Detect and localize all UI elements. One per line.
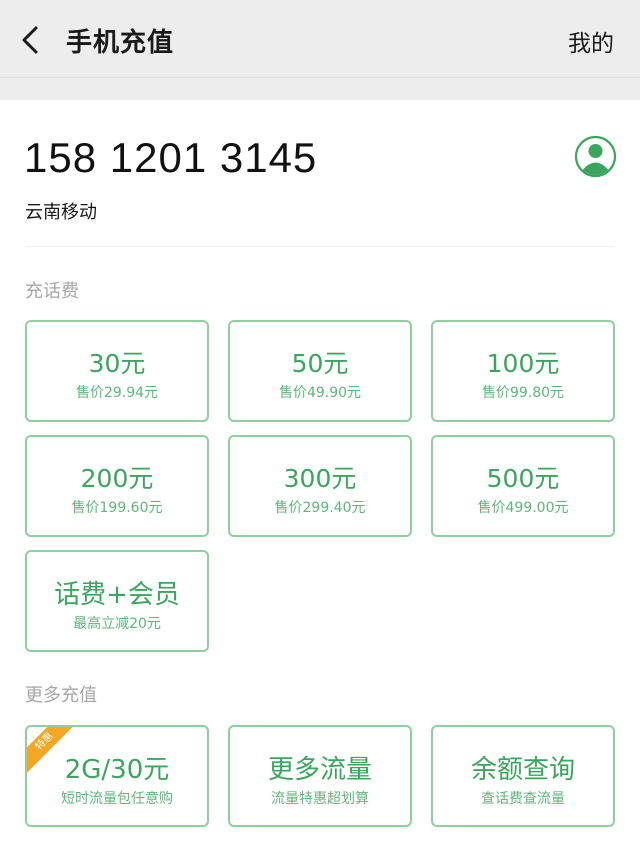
more-option-desc: 短时流量包任意购 <box>61 791 173 807</box>
recharge-option-500[interactable]: 500元 售价499.00元 <box>431 435 615 537</box>
more-option-desc: 流量特惠超划算 <box>271 791 369 807</box>
recharge-option-300[interactable]: 300元 售价299.40元 <box>228 435 412 537</box>
recharge-amount: 300元 <box>283 464 357 493</box>
my-link[interactable]: 我的 <box>568 24 614 58</box>
recharge-price: 售价199.60元 <box>71 500 163 516</box>
carrier-name: 云南移动 <box>25 202 97 223</box>
header-divider <box>0 77 640 78</box>
more-option-balance-query[interactable]: 余额查询 查话费查流量 <box>431 725 615 827</box>
back-button[interactable] <box>14 18 54 62</box>
top-bar: 手机充值 我的 <box>0 0 640 100</box>
person-icon <box>574 135 617 178</box>
recharge-option-50[interactable]: 50元 售价49.90元 <box>228 320 412 422</box>
more-option-title: 更多流量 <box>267 755 372 785</box>
recharge-amount: 100元 <box>486 349 560 378</box>
more-option-title: 2G/30元 <box>64 755 170 785</box>
more-option-more-data[interactable]: 更多流量 流量特惠超划算 <box>228 725 412 827</box>
section-label-recharge: 充话费 <box>25 281 79 302</box>
recharge-price: 最高立减20元 <box>73 616 161 632</box>
recharge-amount: 50元 <box>291 349 349 378</box>
recharge-price: 售价99.80元 <box>481 385 565 401</box>
recharge-amount: 30元 <box>88 349 146 378</box>
recharge-option-200[interactable]: 200元 售价199.60元 <box>25 435 209 537</box>
section-label-more: 更多充值 <box>25 685 97 706</box>
recharge-price: 售价299.40元 <box>274 500 366 516</box>
contacts-button[interactable] <box>574 135 617 178</box>
page-title: 手机充值 <box>66 28 175 58</box>
more-option-title: 余额查询 <box>470 755 575 785</box>
phone-number[interactable]: 158 1201 3145 <box>24 134 317 182</box>
recharge-amount: 话费+会员 <box>54 580 180 610</box>
recharge-price: 售价29.94元 <box>75 385 159 401</box>
more-option-data-pack[interactable]: 特惠 2G/30元 短时流量包任意购 <box>25 725 209 827</box>
recharge-amount: 500元 <box>486 464 560 493</box>
recharge-price: 售价499.00元 <box>477 500 569 516</box>
recharge-amount: 200元 <box>80 464 154 493</box>
recharge-option-100[interactable]: 100元 售价99.80元 <box>431 320 615 422</box>
more-option-desc: 查话费查流量 <box>481 791 565 807</box>
recharge-price: 售价49.90元 <box>278 385 362 401</box>
recharge-option-bundle[interactable]: 话费+会员 最高立减20元 <box>25 550 209 652</box>
chevron-left-icon <box>22 26 38 54</box>
recharge-option-30[interactable]: 30元 售价29.94元 <box>25 320 209 422</box>
account-divider <box>25 246 615 247</box>
